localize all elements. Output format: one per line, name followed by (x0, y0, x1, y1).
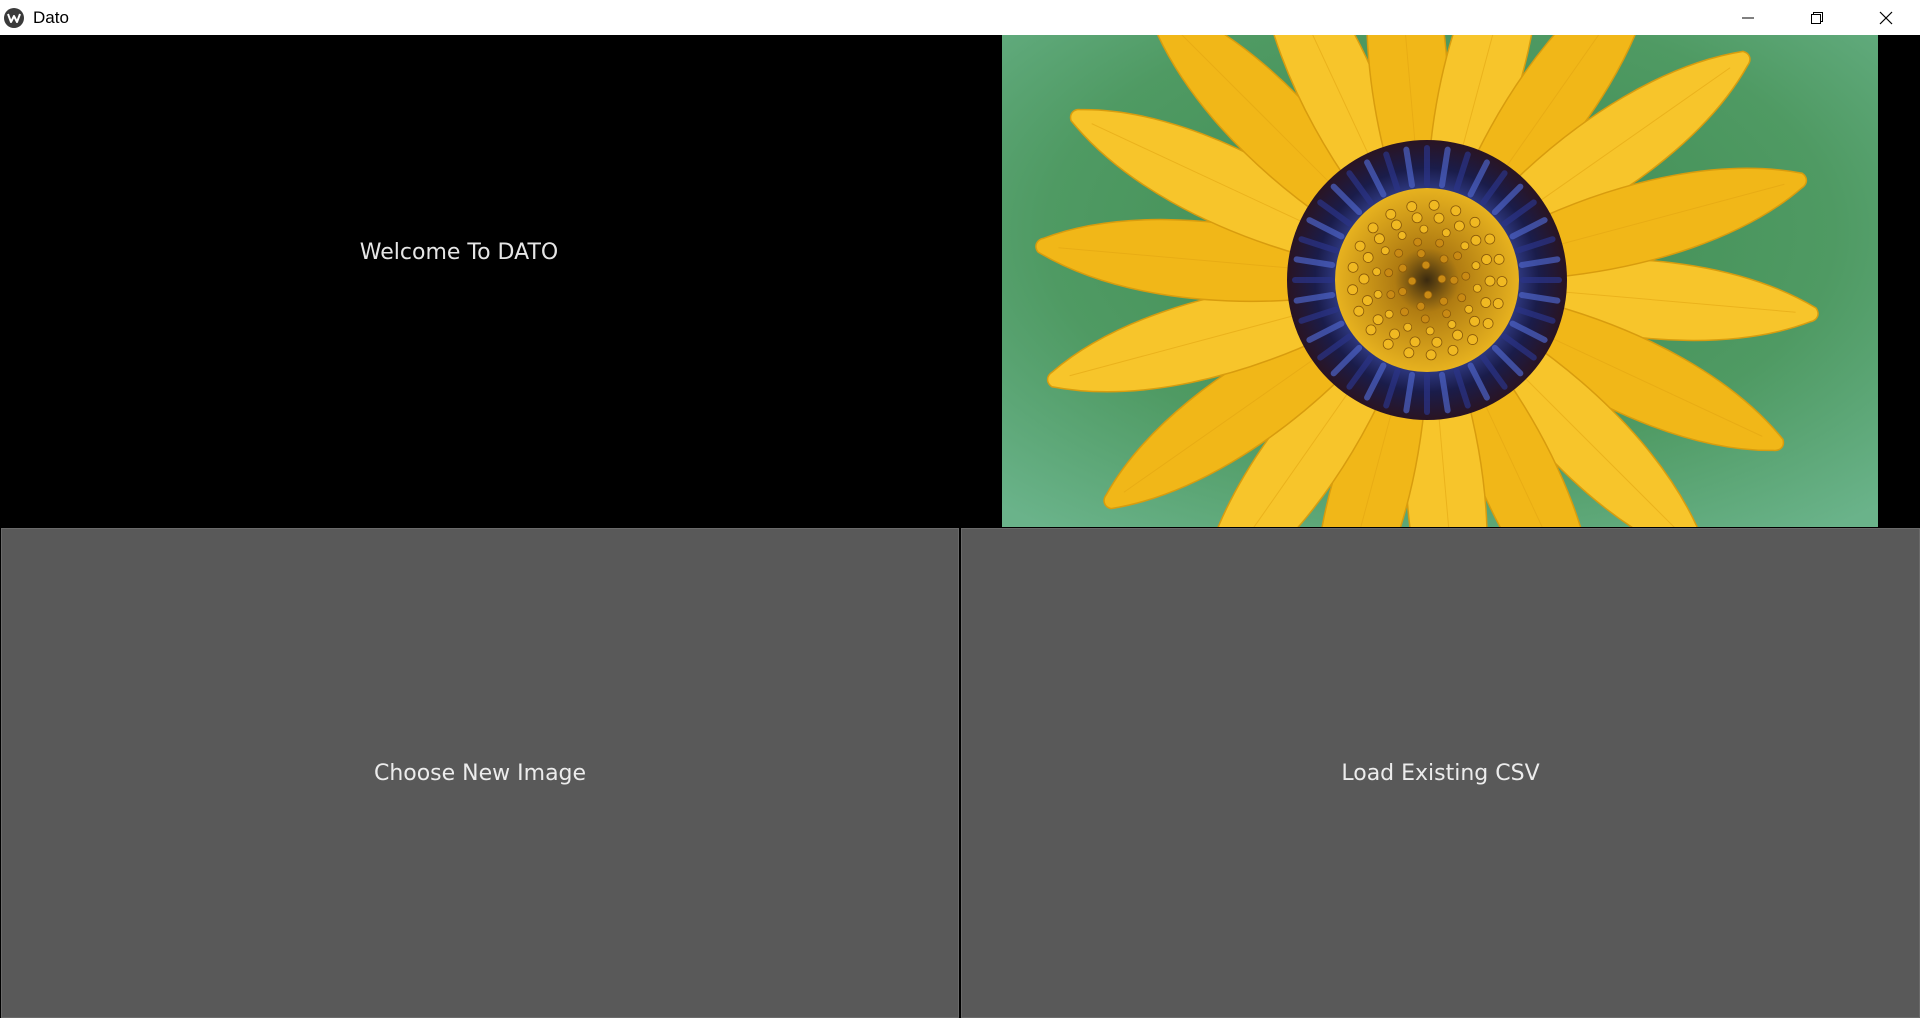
flower-image (1002, 35, 1878, 527)
window-title: Dato (33, 7, 69, 27)
load-existing-csv-button[interactable]: Load Existing CSV (961, 528, 1920, 1018)
close-icon (1879, 11, 1892, 24)
choose-new-image-button[interactable]: Choose New Image (1, 528, 959, 1018)
load-existing-csv-label: Load Existing CSV (1341, 760, 1540, 786)
app-window: Dato Welcome To DATO Choose New Image Lo… (0, 0, 1920, 1018)
minimize-icon (1741, 17, 1754, 18)
restore-button[interactable] (1782, 0, 1851, 35)
title-bar: Dato (0, 0, 1920, 35)
window-controls (1713, 0, 1920, 35)
right-black-strip (1878, 35, 1920, 527)
minimize-button[interactable] (1713, 0, 1782, 35)
choose-new-image-label: Choose New Image (373, 760, 587, 786)
close-button[interactable] (1851, 0, 1920, 35)
welcome-panel: Welcome To DATO (0, 35, 1000, 527)
welcome-label: Welcome To DATO (359, 239, 559, 265)
restore-icon (1810, 11, 1823, 24)
app-logo-icon (4, 7, 24, 28)
